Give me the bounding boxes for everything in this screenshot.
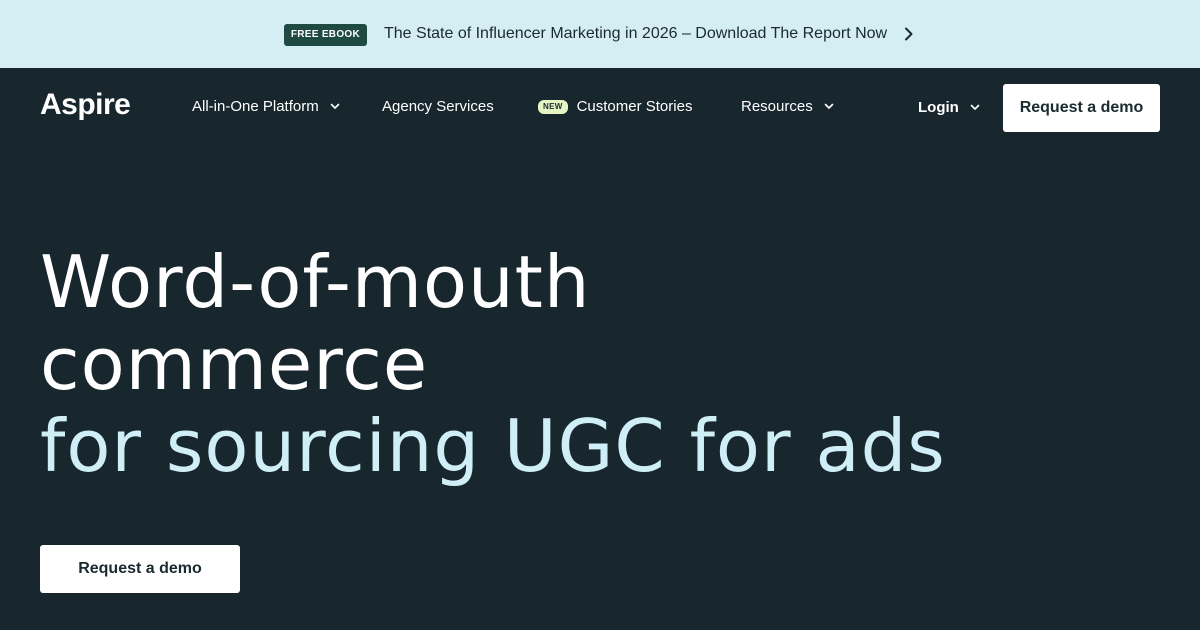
nav-item-agency-services[interactable]: Agency Services	[382, 99, 494, 114]
nav-item-resources[interactable]: Resources	[741, 99, 834, 114]
nav-item-customer-stories[interactable]: NEW Customer Stories	[538, 99, 692, 114]
request-demo-nav-button[interactable]: Request a demo	[1003, 84, 1160, 132]
banner-text[interactable]: The State of Influencer Marketing in 202…	[384, 26, 887, 42]
free-ebook-badge: FREE EBOOK	[283, 24, 367, 46]
hero-headline-line-2: commerce	[40, 322, 429, 406]
request-demo-hero-button[interactable]: Request a demo	[40, 545, 240, 593]
chevron-down-icon	[330, 103, 340, 110]
nav-item-label: Customer Stories	[576, 98, 693, 115]
nav-item-label: Resources	[741, 98, 813, 115]
nav-item-label: Agency Services	[382, 98, 494, 115]
announcement-banner[interactable]: FREE EBOOK The State of Influencer Marke…	[0, 0, 1200, 68]
hero-headline-line-3: for sourcing UGC for ads	[40, 404, 946, 488]
hero-headline-line-1: Word-of-mouth	[40, 240, 591, 324]
new-badge: NEW	[538, 99, 568, 114]
main-nav: Aspire All-in-One Platform Agency Servic…	[0, 68, 1200, 148]
chevron-right-icon[interactable]	[902, 27, 916, 41]
chevron-down-icon	[970, 104, 980, 111]
nav-item-label: All-in-One Platform	[192, 98, 319, 115]
login-button[interactable]: Login	[918, 100, 980, 115]
login-label: Login	[918, 99, 959, 116]
chevron-down-icon	[824, 103, 834, 110]
nav-item-all-in-one-platform[interactable]: All-in-One Platform	[192, 99, 340, 114]
aspire-logo[interactable]: Aspire	[40, 90, 131, 120]
